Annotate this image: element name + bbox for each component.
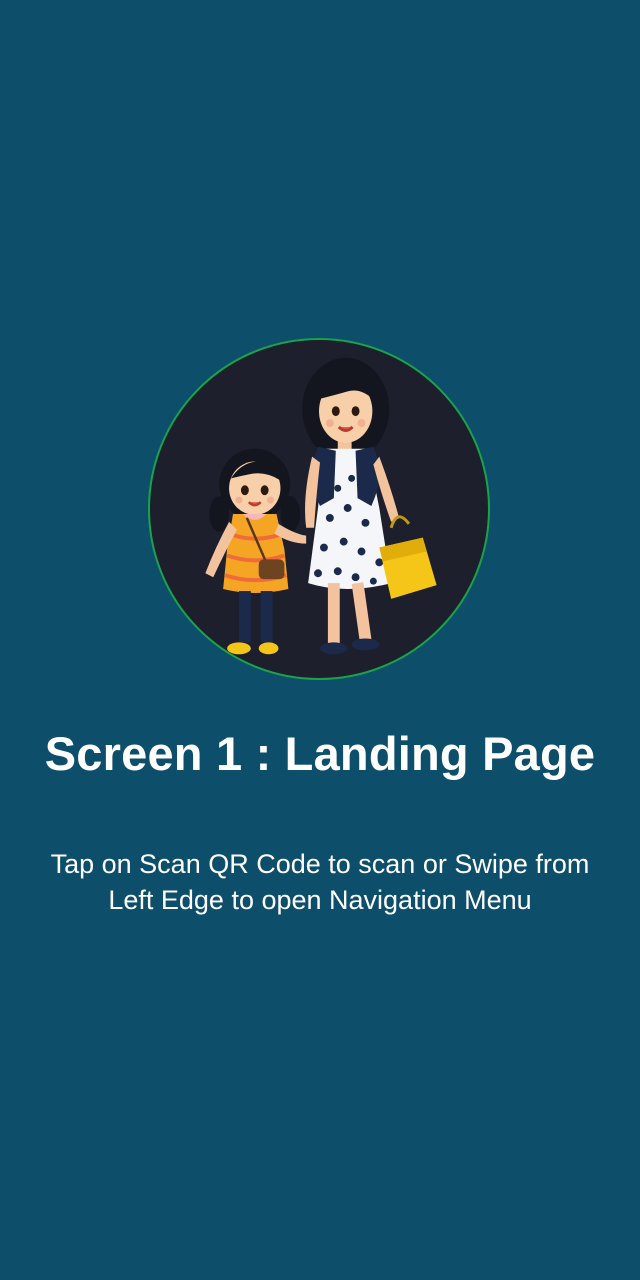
illustration-svg [205,357,437,655]
landing-screen: Screen 1 : Landing Page Tap on Scan QR C… [0,0,640,1280]
instruction-text: Tap on Scan QR Code to scan or Swipe fro… [50,849,590,915]
shopping-bag [379,515,437,599]
mother-figure [302,357,400,655]
page-title: Screen 1 : Landing Page [44,727,596,780]
mother-daughter-illustration [148,338,490,680]
daughter-figure [205,448,307,655]
